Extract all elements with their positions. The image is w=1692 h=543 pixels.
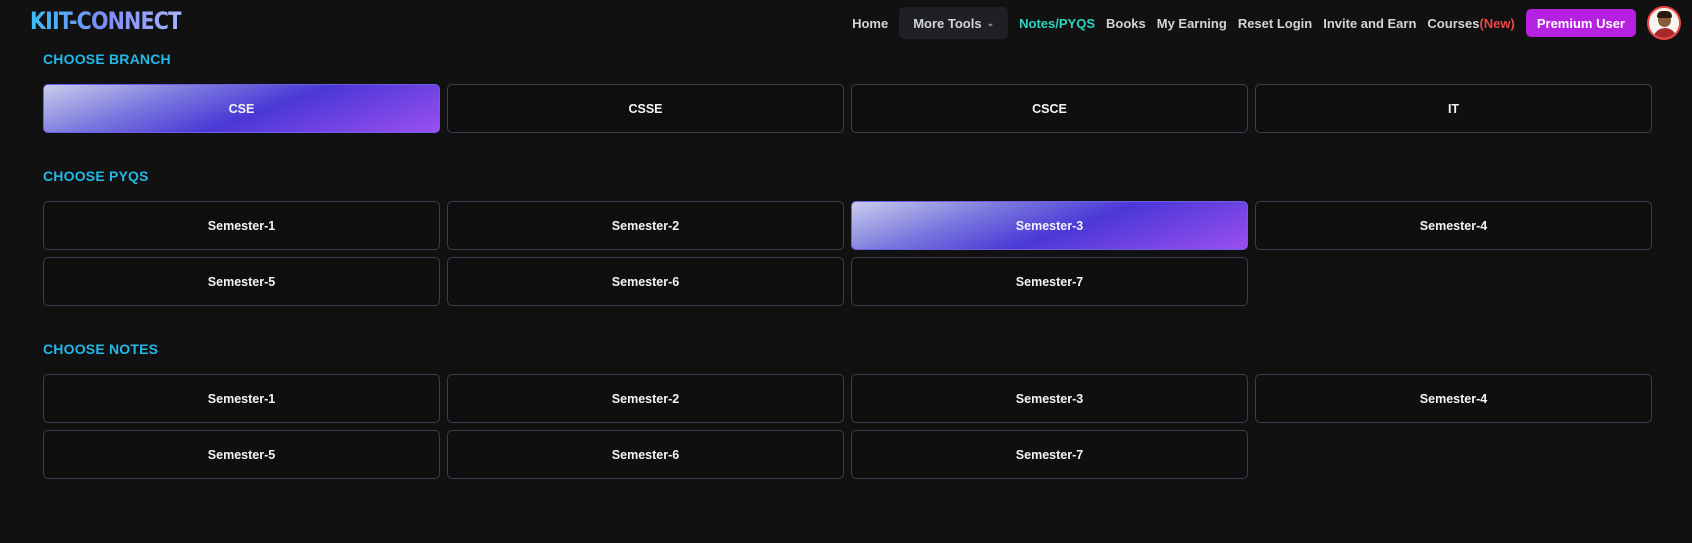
notes-semester-2[interactable]: Semester-2 bbox=[447, 374, 844, 423]
nav-books[interactable]: Books bbox=[1106, 16, 1146, 31]
user-avatar[interactable] bbox=[1647, 6, 1681, 40]
avatar-hair-shape bbox=[1657, 11, 1672, 18]
notes-section-title: CHOOSE NOTES bbox=[43, 341, 159, 357]
notes-semester-6[interactable]: Semester-6 bbox=[447, 430, 844, 479]
branch-option-csse[interactable]: CSSE bbox=[447, 84, 844, 133]
pyqs-semester-7[interactable]: Semester-7 bbox=[851, 257, 1248, 306]
branch-option-it[interactable]: IT bbox=[1255, 84, 1652, 133]
pyqs-semester-4[interactable]: Semester-4 bbox=[1255, 201, 1652, 250]
chevron-down-icon: ⌄ bbox=[986, 17, 995, 28]
pyqs-semester-1[interactable]: Semester-1 bbox=[43, 201, 440, 250]
branch-option-cse[interactable]: CSE bbox=[43, 84, 440, 133]
notes-semester-5[interactable]: Semester-5 bbox=[43, 430, 440, 479]
pyqs-semester-5[interactable]: Semester-5 bbox=[43, 257, 440, 306]
nav-courses-label: Courses bbox=[1427, 15, 1480, 31]
more-tools-label: More Tools bbox=[913, 15, 982, 31]
nav-notes-pyqs[interactable]: Notes/PYQS bbox=[1019, 16, 1095, 31]
notes-semester-1[interactable]: Semester-1 bbox=[43, 374, 440, 423]
nav-invite-earn[interactable]: Invite and Earn bbox=[1323, 16, 1416, 31]
nav-courses[interactable]: Courses(New) bbox=[1427, 16, 1514, 31]
branch-section-title: CHOOSE BRANCH bbox=[43, 51, 171, 67]
nav-home[interactable]: Home bbox=[852, 16, 888, 31]
notes-semester-4[interactable]: Semester-4 bbox=[1255, 374, 1652, 423]
notes-semester-3[interactable]: Semester-3 bbox=[851, 374, 1248, 423]
nav-my-earning[interactable]: My Earning bbox=[1157, 16, 1227, 31]
branch-option-csce[interactable]: CSCE bbox=[851, 84, 1248, 133]
premium-user-button[interactable]: Premium User bbox=[1525, 9, 1636, 37]
site-logo[interactable]: KIIT-CONNECT bbox=[30, 7, 182, 35]
pyqs-semester-6[interactable]: Semester-6 bbox=[447, 257, 844, 306]
pyqs-semester-3[interactable]: Semester-3 bbox=[851, 201, 1248, 250]
main-nav: Home More Tools ⌄ Notes/PYQS Books My Ea… bbox=[841, 6, 1681, 40]
more-tools-dropdown[interactable]: More Tools ⌄ bbox=[899, 7, 1009, 39]
pyqs-section-title: CHOOSE PYQS bbox=[43, 168, 149, 184]
notes-semester-7[interactable]: Semester-7 bbox=[851, 430, 1248, 479]
avatar-body-shape bbox=[1653, 28, 1677, 38]
new-badge: (New) bbox=[1479, 15, 1515, 31]
top-navbar: KIIT-CONNECT Home More Tools ⌄ Notes/PYQ… bbox=[0, 0, 1692, 46]
pyqs-semester-2[interactable]: Semester-2 bbox=[447, 201, 844, 250]
nav-reset-login[interactable]: Reset Login bbox=[1238, 16, 1312, 31]
